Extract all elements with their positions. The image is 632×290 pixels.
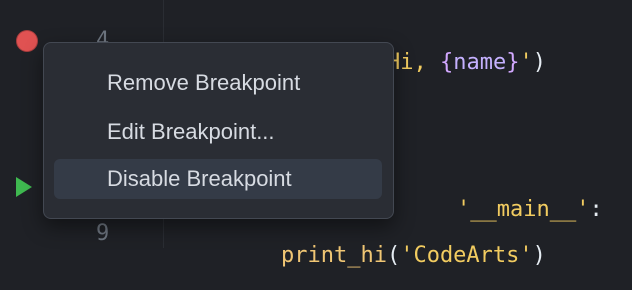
- variable-name: name: [453, 50, 507, 75]
- brace-open: {: [439, 50, 454, 75]
- function-name: print_hi: [280, 243, 387, 268]
- paren-close: ): [532, 50, 546, 75]
- brace-close: }: [506, 50, 520, 75]
- fstring-end: ': [519, 50, 533, 75]
- disable-breakpoint-menu-item[interactable]: Disable Breakpoint: [54, 159, 382, 199]
- string-literal: '__main__': [456, 197, 590, 222]
- edit-breakpoint-menu-item[interactable]: Edit Breakpoint...: [54, 112, 382, 152]
- colon: :: [589, 197, 603, 222]
- paren-open: (: [386, 243, 401, 268]
- string-literal: 'CodeArts': [400, 243, 533, 268]
- line-number: 9: [96, 221, 110, 246]
- run-icon[interactable]: [16, 177, 32, 197]
- remove-breakpoint-menu-item[interactable]: Remove Breakpoint: [54, 63, 382, 103]
- breakpoint-icon[interactable]: [16, 30, 38, 52]
- paren-close: ): [532, 243, 546, 268]
- code-line: print_hi('CodeArts'): [228, 223, 546, 289]
- breakpoint-context-menu: Remove Breakpoint Edit Breakpoint... Dis…: [43, 42, 394, 219]
